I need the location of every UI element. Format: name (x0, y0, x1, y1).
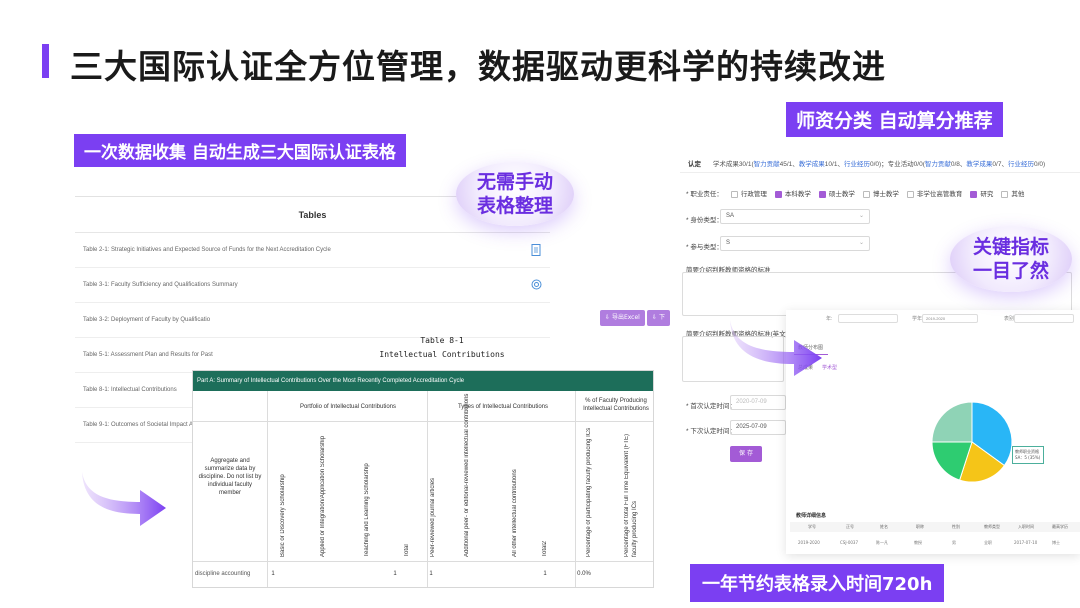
download-button[interactable]: ⇩ 下 (647, 310, 670, 326)
callout-key-metrics: 关键指标 一目了然 (950, 226, 1072, 292)
checkbox[interactable] (970, 190, 978, 198)
pie-tooltip: 教师职业资格 SA：5 (35%) (1012, 446, 1044, 464)
dashboard-filter-bar: 年: 学年 2019-2020 表别: (786, 310, 1080, 326)
column-header: Applied or Integration/Application Schol… (320, 435, 326, 557)
checkbox[interactable] (862, 190, 870, 198)
pie-chart (931, 401, 1013, 483)
feature-label-auto-score: 师资分类 自动算分推荐 (786, 102, 1003, 137)
cell: 0.0% (577, 571, 591, 577)
column-header: Percentage of participating faculty prod… (586, 427, 592, 557)
table-row[interactable]: Table 3-2: Deployment of Faculty by Qual… (75, 303, 550, 338)
checkbox[interactable] (906, 190, 914, 198)
first-date-input[interactable]: 2020-07-09 (730, 395, 786, 410)
checkbox[interactable] (774, 190, 782, 198)
row-label: discipline accounting (195, 571, 251, 577)
settings-icon[interactable] (531, 279, 542, 292)
table81-banner: Part A: Summary of Intellectual Contribu… (193, 371, 653, 391)
table-row-label: Table 3-1: Faculty Sufficiency and Quali… (83, 282, 238, 288)
arrow-right-icon (82, 472, 166, 526)
checkbox[interactable] (818, 190, 826, 198)
cell: 1 (429, 571, 433, 577)
row-header: Aggregate and summarize data by discipli… (198, 458, 262, 496)
next-date-input[interactable]: 2025-07-09 (730, 420, 786, 435)
column-header: Additional peer- or editorial-reviewed i… (464, 393, 470, 557)
column-header: Teaching and Learning Scholarship (364, 463, 370, 557)
table81-subtitle: Intellectual Contributions (379, 350, 505, 359)
participation-select[interactable]: S ⌄ (720, 236, 870, 251)
column-header: Percentage of total Full Time Equivalent… (624, 433, 638, 557)
first-date-label: * 首次认定时间： (686, 403, 736, 410)
table81-title-block: Table 8-1 Intellectual Contributions (292, 334, 592, 362)
export-icon: ⇩ (605, 314, 612, 321)
cell: 1 (543, 571, 547, 577)
year-select[interactable] (838, 314, 898, 323)
group-header-percent: % of Faculty Producing Intellectual Cont… (583, 398, 649, 412)
title-accent-bar (42, 44, 49, 78)
checkbox[interactable] (1001, 190, 1009, 198)
column-header: Total2 (542, 540, 548, 557)
group-header-portfolio: Portfolio of Intellectual Contributions (299, 404, 397, 410)
grid-line (193, 561, 653, 562)
checkbox[interactable] (730, 190, 738, 198)
next-date-label: * 下次认定时间： (686, 428, 736, 435)
save-button[interactable]: 保 存 (730, 446, 762, 462)
identity-select[interactable]: SA ⌄ (720, 209, 870, 224)
arrow-right-icon (730, 320, 822, 376)
table-row-label: Table 5-1: Assessment Plan and Results f… (83, 352, 213, 358)
table-row[interactable]: Table 3-1: Faculty Sufficiency and Quali… (75, 268, 550, 303)
feature-label-auto-forms: 一次数据收集 自动生成三大国际认证表格 (74, 134, 406, 167)
pie-slice[interactable] (931, 401, 973, 443)
divider (680, 172, 1080, 173)
table-row-label: Table 3-2: Deployment of Faculty by Qual… (83, 317, 211, 323)
grid-line (575, 391, 576, 587)
grid-line (427, 391, 428, 587)
cell: 1 (271, 571, 275, 577)
position-label: * 职业责任： (686, 191, 723, 198)
participation-label: * 参与类型： (686, 244, 723, 251)
cell: 1 (393, 571, 397, 577)
group-header-types: Types of Intellectual Contributions (457, 404, 549, 410)
callout-no-manual: 无需手动 表格整理 (456, 162, 574, 226)
slide: 三大国际认证全方位管理，数据驱动更科学的持续改进 一次数据收集 自动生成三大国际… (0, 0, 1080, 608)
table-title: 教师详细信息 (796, 513, 827, 519)
document-icon[interactable] (531, 244, 542, 257)
position-checkbox-group: * 职业责任： 行政管理 本科教学 硕士教学 博士教学 非学位高管教育 研究 其他 (686, 190, 1025, 198)
download-icon: ⇩ (652, 314, 659, 321)
chevron-down-icon: ⌄ (858, 240, 864, 246)
feature-label-time-saved: 一年节约表格录入时间720h (690, 564, 945, 602)
identity-label: * 身份类型： (686, 217, 723, 224)
school-year-select[interactable]: 2019-2020 (922, 314, 978, 323)
table-row-label: Table 9-1: Outcomes of Societal Impact A… (83, 422, 207, 428)
tab-certification[interactable]: 认定 (688, 161, 701, 168)
column-header: Peer-reviewed journal articles (430, 477, 436, 557)
dashboard-table-head: 学号 正号 姓名 职称 性别 教师类型 入职时间 最高学历 (790, 522, 1080, 532)
export-excel-button[interactable]: ⇩ 导出Excel (600, 310, 645, 326)
type-select[interactable] (1014, 314, 1074, 323)
column-header: Basic or Discovery Scholarship (280, 474, 286, 557)
table-row-label: Table 8-1: Intellectual Contributions (83, 387, 177, 393)
chevron-down-icon: ⌄ (858, 213, 864, 219)
table-row[interactable]: Table 2-1: Strategic Initiatives and Exp… (75, 233, 550, 268)
grid-line (193, 421, 653, 422)
column-header: Total (404, 544, 410, 557)
column-header: All other intellectual contributions (512, 469, 518, 557)
grid-line (267, 391, 268, 587)
table-row-label: Table 2-1: Strategic Initiatives and Exp… (83, 247, 331, 253)
page-title: 三大国际认证全方位管理，数据驱动更科学的持续改进 (70, 47, 886, 86)
table81: Part A: Summary of Intellectual Contribu… (192, 370, 654, 588)
table81-title: Table 8-1 (420, 336, 464, 345)
dashboard-table-row[interactable]: 2019-2020 CSJ-0037 陈一凡 教授 男 全职 2017-07-1… (790, 540, 1080, 548)
form-tab-bar: 认定 学术成果30/1(智力贡献45/1、教学成果10/1、行业经历0/0)；专… (688, 161, 1046, 168)
